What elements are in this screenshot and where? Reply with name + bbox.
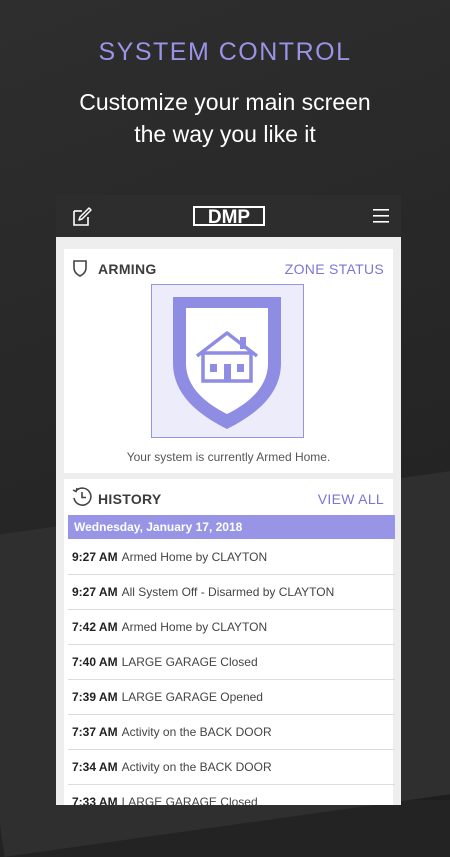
history-time: 7:37 AM (72, 725, 118, 739)
history-clock-icon (72, 487, 92, 506)
history-description: Armed Home by CLAYTON (121, 550, 268, 564)
history-time: 9:27 AM (72, 585, 118, 599)
history-description: Armed Home by CLAYTON (121, 620, 268, 634)
history-row[interactable]: 7:40 AM LARGE GARAGE Closed (68, 645, 395, 680)
history-time: 7:33 AM (72, 795, 118, 805)
arming-header: ARMING ZONE STATUS (64, 249, 393, 285)
history-title: HISTORY (98, 491, 162, 507)
view-all-link[interactable]: VIEW ALL (318, 491, 384, 507)
history-date-bar: Wednesday, January 17, 2018 (68, 515, 395, 539)
history-row[interactable]: 9:27 AM Armed Home by CLAYTON (68, 540, 395, 575)
history-time: 7:42 AM (72, 620, 118, 634)
history-time: 7:39 AM (72, 690, 118, 704)
arming-title: ARMING (98, 261, 157, 277)
history-list: 9:27 AM Armed Home by CLAYTON 9:27 AM All S… (68, 540, 395, 805)
promo-subtitle: Customize your main screen the way you l… (0, 86, 450, 150)
arming-shield-button[interactable] (151, 284, 304, 438)
history-row[interactable]: 7:33 AM LARGE GARAGE Closed (68, 785, 395, 805)
dmp-logo: DMP (193, 206, 265, 228)
promo-title: SYSTEM CONTROL (98, 38, 352, 66)
hamburger-menu-icon[interactable] (373, 208, 389, 224)
history-time: 9:27 AM (72, 550, 118, 564)
history-time: 7:40 AM (72, 655, 118, 669)
logo-text: DMP (208, 207, 251, 228)
phone-screen: DMP ARMING ZONE STATUS Your system is cu… (56, 195, 401, 805)
history-header: HISTORY VIEW ALL (64, 479, 393, 515)
shield-icon (73, 260, 87, 277)
history-card: HISTORY VIEW ALL Wednesday, January 17, … (64, 479, 395, 805)
edit-icon[interactable] (71, 206, 93, 228)
history-row[interactable]: 7:34 AM Activity on the BACK DOOR (68, 750, 395, 785)
house-shield-icon (173, 297, 281, 429)
history-description: LARGE GARAGE Closed (121, 795, 258, 805)
history-row[interactable]: 7:42 AM Armed Home by CLAYTON (68, 610, 395, 645)
history-description: LARGE GARAGE Closed (121, 655, 258, 669)
history-time: 7:34 AM (72, 760, 118, 774)
zone-status-link[interactable]: ZONE STATUS (285, 261, 384, 277)
armed-status-text: Your system is currently Armed Home. (126, 450, 331, 464)
history-description: Activity on the BACK DOOR (121, 725, 272, 739)
app-bar: DMP (56, 195, 401, 237)
history-row[interactable]: 9:27 AM All System Off - Disarmed by CLAY… (68, 575, 395, 610)
promo-subtitle-line1: Customize your main screen (79, 89, 371, 115)
history-description: Activity on the BACK DOOR (121, 760, 272, 774)
arming-card: ARMING ZONE STATUS Your system is curren… (64, 249, 393, 473)
history-description: LARGE GARAGE Opened (121, 690, 263, 704)
history-row[interactable]: 7:39 AM LARGE GARAGE Opened (68, 680, 395, 715)
promo-subtitle-line2: the way you like it (134, 121, 316, 147)
history-row[interactable]: 7:37 AM Activity on the BACK DOOR (68, 715, 395, 750)
history-description: All System Off - Disarmed by CLAYTON (121, 585, 335, 599)
